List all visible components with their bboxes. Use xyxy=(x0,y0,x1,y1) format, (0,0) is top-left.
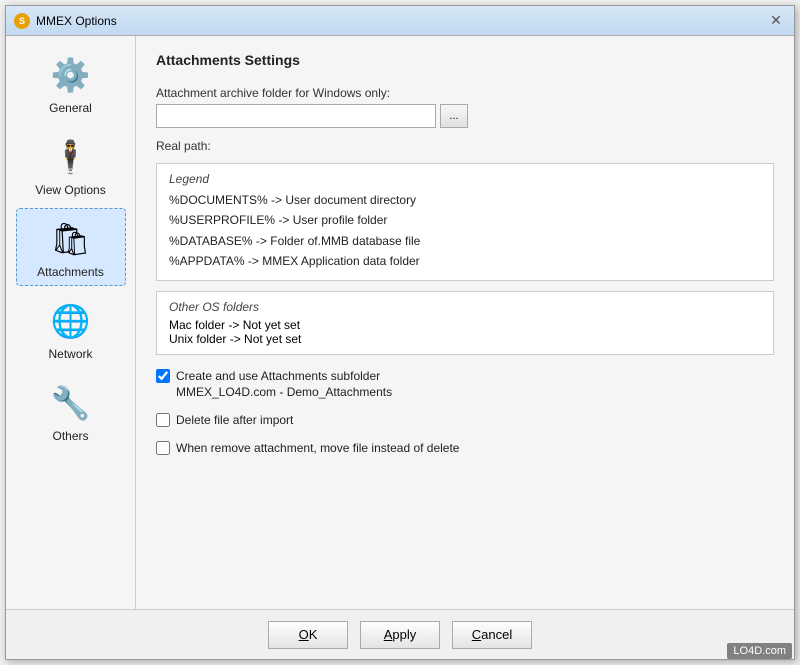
legend-title: Legend xyxy=(169,172,761,186)
create-subfolder-section: Create and use Attachments subfolder MME… xyxy=(156,365,774,399)
close-button[interactable]: ✕ xyxy=(766,11,786,31)
folder-row: ... xyxy=(156,104,774,128)
section-title: Attachments Settings xyxy=(156,52,774,68)
mmex-options-window: S MMEX Options ✕ ⚙️ General 🕴 View Optio… xyxy=(5,5,795,660)
sidebar-item-network[interactable]: 🌐 Network xyxy=(16,290,126,368)
view-options-icon: 🕴 xyxy=(47,133,95,181)
footer: OK Apply Cancel xyxy=(6,609,794,659)
folder-input[interactable] xyxy=(156,104,436,128)
create-subfolder-row: Create and use Attachments subfolder xyxy=(156,369,774,383)
browse-button[interactable]: ... xyxy=(440,104,468,128)
sidebar: ⚙️ General 🕴 View Options 🛍 Attachments … xyxy=(6,36,136,609)
real-path-label: Real path: xyxy=(156,139,211,153)
cancel-button[interactable]: Cancel xyxy=(452,621,532,649)
sidebar-label-network: Network xyxy=(48,347,92,361)
sidebar-label-view-options: View Options xyxy=(35,183,105,197)
attachments-icon: 🛍 xyxy=(47,215,95,263)
network-icon: 🌐 xyxy=(47,297,95,345)
folder-section: Attachment archive folder for Windows on… xyxy=(156,86,774,128)
legend-item-0: %DOCUMENTS% -> User document directory xyxy=(169,190,761,210)
folder-field-label: Attachment archive folder for Windows on… xyxy=(156,86,774,100)
app-icon: S xyxy=(14,13,30,29)
create-subfolder-label[interactable]: Create and use Attachments subfolder xyxy=(176,369,380,383)
legend-item-3: %APPDATA% -> MMEX Application data folde… xyxy=(169,251,761,271)
real-path-section: Real path: xyxy=(156,138,774,153)
others-icon: 🔧 xyxy=(47,379,95,427)
window-title: MMEX Options xyxy=(36,14,766,28)
os-folder-unix: Unix folder -> Not yet set xyxy=(169,332,761,346)
sidebar-label-attachments: Attachments xyxy=(37,265,104,279)
sidebar-item-general[interactable]: ⚙️ General xyxy=(16,44,126,122)
move-instead-delete-row: When remove attachment, move file instea… xyxy=(156,441,774,455)
move-instead-delete-checkbox[interactable] xyxy=(156,441,170,455)
watermark: LO4D.com xyxy=(727,643,792,659)
ok-button[interactable]: OK xyxy=(268,621,348,649)
sidebar-label-others: Others xyxy=(52,429,88,443)
legend-item-1: %USERPROFILE% -> User profile folder xyxy=(169,210,761,230)
sidebar-label-general: General xyxy=(49,101,92,115)
os-folders-title: Other OS folders xyxy=(169,300,761,314)
main-content: ⚙️ General 🕴 View Options 🛍 Attachments … xyxy=(6,36,794,609)
sidebar-item-attachments[interactable]: 🛍 Attachments xyxy=(16,208,126,286)
delete-after-import-label[interactable]: Delete file after import xyxy=(176,413,293,427)
legend-item-2: %DATABASE% -> Folder of.MMB database fil… xyxy=(169,231,761,251)
legend-box: Legend %DOCUMENTS% -> User document dire… xyxy=(156,163,774,281)
title-bar: S MMEX Options ✕ xyxy=(6,6,794,36)
os-folders-box: Other OS folders Mac folder -> Not yet s… xyxy=(156,291,774,355)
move-instead-delete-label[interactable]: When remove attachment, move file instea… xyxy=(176,441,459,455)
sidebar-item-view-options[interactable]: 🕴 View Options xyxy=(16,126,126,204)
os-folder-mac: Mac folder -> Not yet set xyxy=(169,318,761,332)
sidebar-item-others[interactable]: 🔧 Others xyxy=(16,372,126,450)
general-icon: ⚙️ xyxy=(47,51,95,99)
subfolder-path: MMEX_LO4D.com - Demo_Attachments xyxy=(176,385,774,399)
apply-button[interactable]: Apply xyxy=(360,621,440,649)
create-subfolder-checkbox[interactable] xyxy=(156,369,170,383)
delete-after-import-checkbox[interactable] xyxy=(156,413,170,427)
delete-after-import-row: Delete file after import xyxy=(156,413,774,427)
content-area: Attachments Settings Attachment archive … xyxy=(136,36,794,609)
